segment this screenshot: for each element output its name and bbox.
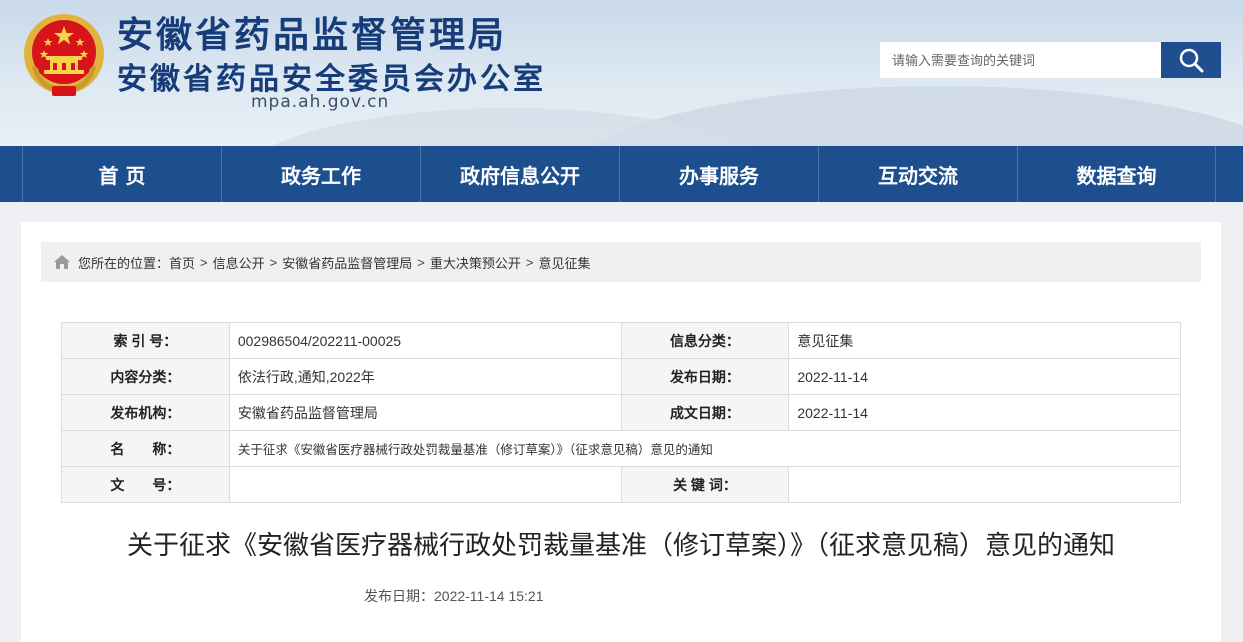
index-value: 002986504/202211-00025 <box>228 322 622 359</box>
table-row: 内容分类： 依法行政,通知,2022年 发布日期： 2022-11-14 <box>61 358 1181 395</box>
category-value: 意见征集 <box>788 322 1181 359</box>
index-label: 索 引 号： <box>61 322 230 359</box>
breadcrumb-separator: > <box>417 254 425 270</box>
site-domain: mpa.ah.gov.cn <box>251 92 390 112</box>
publish-date-label: 发布日期： <box>620 358 790 395</box>
site-header: 安徽省药品监督管理局 安徽省药品安全委员会办公室 mpa.ah.gov.cn <box>0 0 1243 146</box>
nav-item-home[interactable]: 首 页 <box>22 146 221 202</box>
breadcrumb-link-major-decisions[interactable]: 重大决策预公开 <box>430 253 521 272</box>
content-type-label: 内容分类： <box>61 358 230 395</box>
creation-date-label: 成文日期： <box>620 394 790 431</box>
breadcrumb-link-opinion-solicitation[interactable]: 意见征集 <box>538 253 590 272</box>
nav-item-interaction[interactable]: 互动交流 <box>818 146 1017 202</box>
main-navigation: 首 页 政务工作 政府信息公开 办事服务 互动交流 数据查询 <box>0 146 1243 202</box>
breadcrumb: 您所在的位置： 首页 > 信息公开 > 安徽省药品监督管理局 > 重大决策预公开… <box>41 242 1201 282</box>
doc-number-label: 文 号： <box>61 466 230 503</box>
table-row: 名 称： 关于征求《安徽省医疗器械行政处罚裁量基准（修订草案）》（征求意见稿）意… <box>61 430 1182 467</box>
publish-date-value: 2022-11-14 <box>788 358 1181 395</box>
nav-item-government-affairs[interactable]: 政务工作 <box>221 146 420 202</box>
category-label: 信息分类： <box>620 322 790 359</box>
nav-item-data-query[interactable]: 数据查询 <box>1017 146 1216 202</box>
main-content: 您所在的位置： 首页 > 信息公开 > 安徽省药品监督管理局 > 重大决策预公开… <box>21 222 1221 642</box>
breadcrumb-separator: > <box>269 254 278 270</box>
national-emblem-icon[interactable] <box>22 12 106 98</box>
name-label: 名 称： <box>61 430 230 467</box>
table-row: 发布机构： 安徽省药品监督管理局 成文日期： 2022-11-14 <box>61 394 1181 431</box>
nav-item-information-disclosure[interactable]: 政府信息公开 <box>420 146 619 202</box>
publisher-value: 安徽省药品监督管理局 <box>228 394 622 431</box>
doc-number-value <box>228 466 622 503</box>
content-type-value: 依法行政,通知,2022年 <box>228 358 622 395</box>
breadcrumb-prefix: 您所在的位置： <box>78 255 170 271</box>
document-meta-table: 索 引 号： 002986504/202211-00025 信息分类： 意见征集… <box>61 322 1182 503</box>
table-row: 文 号： 关 键 词： <box>61 466 1181 503</box>
magnifier-icon <box>1179 48 1204 73</box>
creation-date-value: 2022-11-14 <box>788 394 1181 431</box>
search-box <box>880 42 1221 78</box>
breadcrumb-link-home[interactable]: 首页 <box>169 253 195 272</box>
nav-item-services[interactable]: 办事服务 <box>619 146 818 202</box>
keywords-value <box>788 466 1181 503</box>
search-button[interactable] <box>1161 42 1221 78</box>
breadcrumb-link-bureau[interactable]: 安徽省药品监督管理局 <box>282 253 412 272</box>
breadcrumb-link-info-disclosure[interactable]: 信息公开 <box>213 253 265 272</box>
name-value: 关于征求《安徽省医疗器械行政处罚裁量基准（修订草案）》（征求意见稿）意见的通知 <box>228 430 1182 467</box>
keywords-label: 关 键 词： <box>620 466 790 503</box>
breadcrumb-separator: > <box>525 254 534 270</box>
site-title-primary: 安徽省药品监督管理局 <box>117 15 508 56</box>
home-icon <box>53 254 71 270</box>
article-publish-date: 发布日期：2022-11-14 15:21 <box>364 588 544 604</box>
table-row: 索 引 号： 002986504/202211-00025 信息分类： 意见征集 <box>61 322 1181 359</box>
publisher-label: 发布机构： <box>61 394 230 431</box>
article-title: 关于征求《安徽省医疗器械行政处罚裁量基准（修订草案）》（征求意见稿）意见的通知 <box>126 531 1115 561</box>
search-input[interactable] <box>880 42 1161 78</box>
breadcrumb-separator: > <box>200 254 208 270</box>
